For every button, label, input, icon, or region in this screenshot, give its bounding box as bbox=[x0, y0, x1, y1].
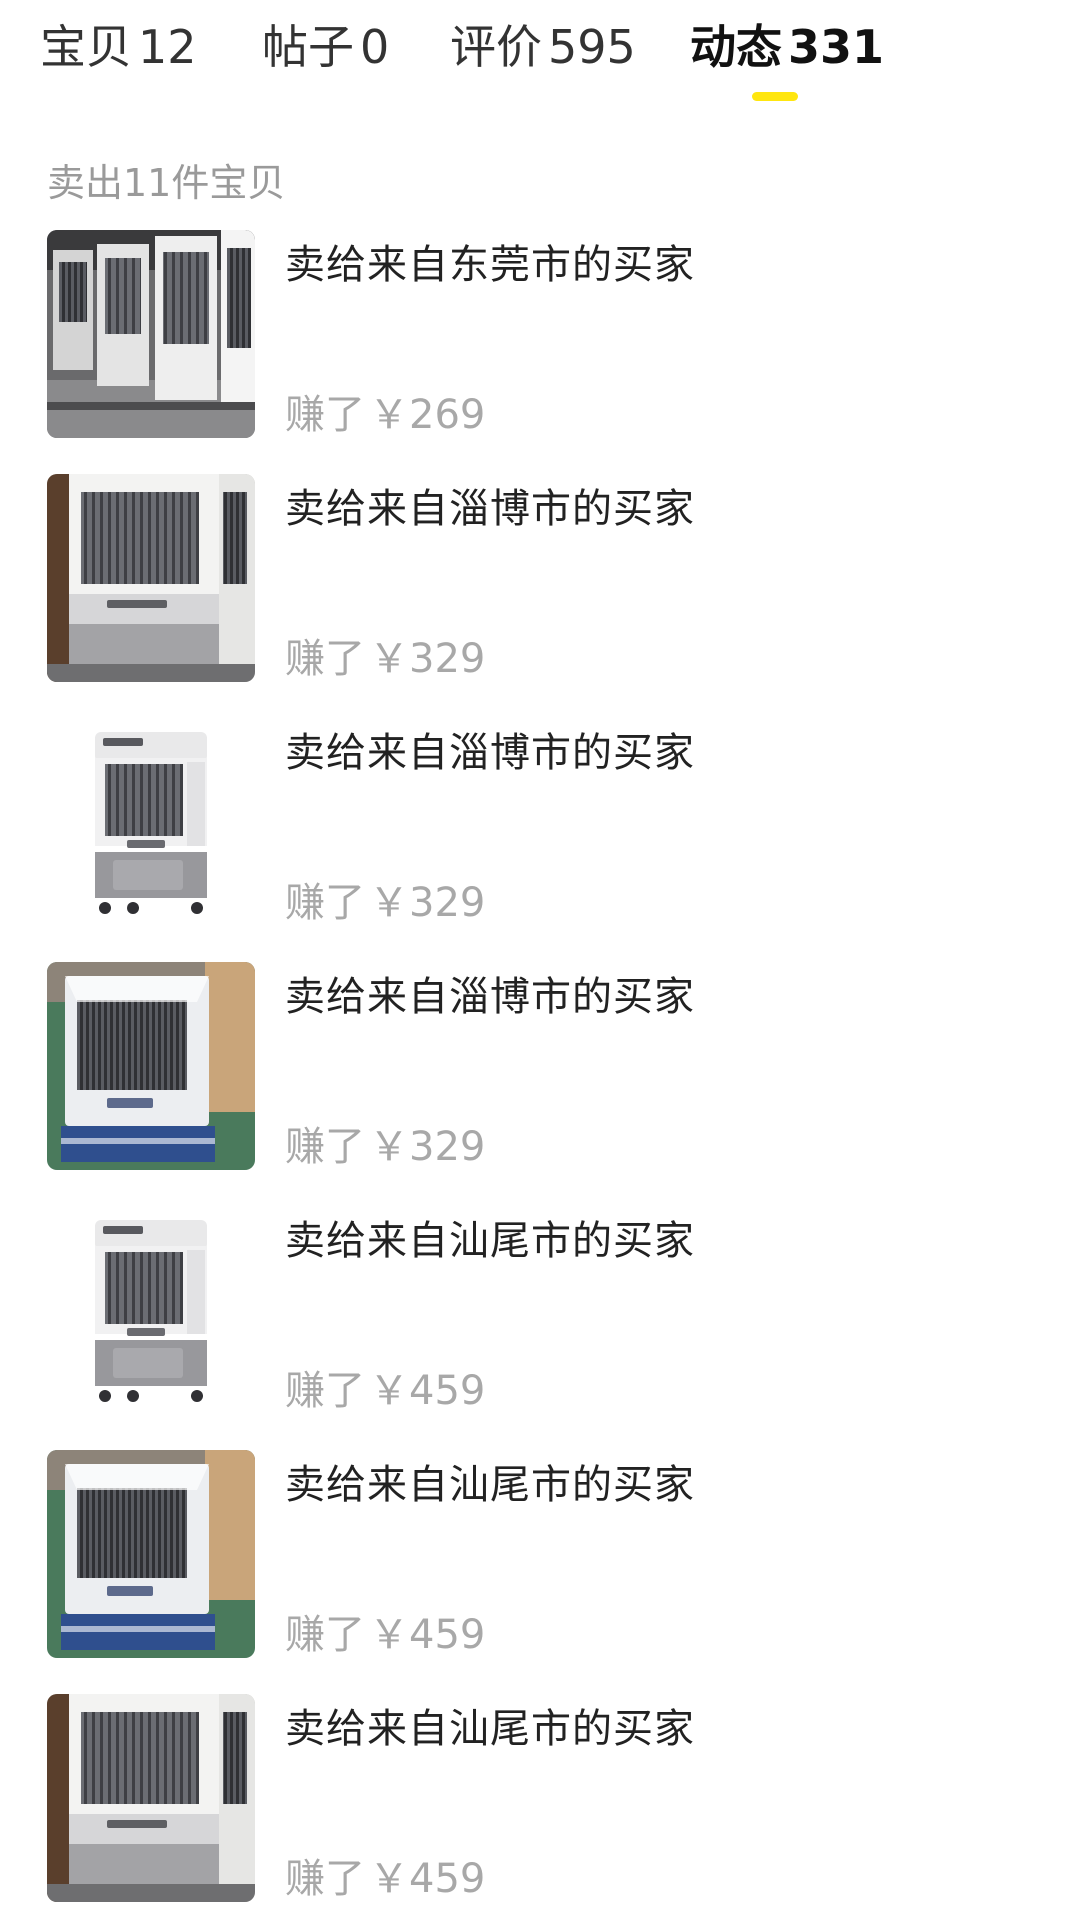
earned-price: ￥269 bbox=[369, 392, 486, 438]
earned-amount: 赚了 ￥459 bbox=[285, 1602, 485, 1660]
tab-activity-label: 动态 bbox=[690, 20, 782, 74]
active-tab-indicator bbox=[752, 92, 798, 101]
earned-price: ￥329 bbox=[369, 636, 486, 682]
sold-count-heading: 卖出11件宝贝 bbox=[47, 161, 286, 205]
product-thumbnail[interactable] bbox=[47, 230, 255, 438]
tab-activity[interactable]: 动态 331 bbox=[690, 12, 884, 82]
product-thumbnail[interactable] bbox=[47, 1694, 255, 1902]
earned-amount: 赚了 ￥459 bbox=[285, 1358, 485, 1416]
earned-label: 赚了 bbox=[285, 636, 365, 682]
earned-label: 赚了 bbox=[285, 1368, 365, 1414]
tab-activity-count: 331 bbox=[788, 20, 885, 74]
buyer-location-title: 卖给来自淄博市的买家 bbox=[285, 974, 695, 1020]
sales-list: 卖给来自东莞市的买家 赚了 ￥269 卖给来自淄博市的买家 赚了 ￥329 卖给来自… bbox=[0, 230, 1080, 1908]
tab-posts[interactable]: 帖子 0 bbox=[262, 12, 389, 82]
buyer-location-title: 卖给来自淄博市的买家 bbox=[285, 486, 695, 532]
tab-items-count: 12 bbox=[138, 20, 197, 74]
tab-reviews[interactable]: 评价 595 bbox=[450, 12, 636, 82]
sale-list-item[interactable]: 卖给来自淄博市的买家 赚了 ￥329 bbox=[0, 718, 1080, 962]
earned-amount: 赚了 ￥269 bbox=[285, 382, 485, 440]
earned-amount: 赚了 ￥329 bbox=[285, 870, 485, 928]
earned-price: ￥459 bbox=[369, 1612, 486, 1658]
product-thumbnail[interactable] bbox=[47, 962, 255, 1170]
buyer-location-title: 卖给来自汕尾市的买家 bbox=[285, 1218, 695, 1264]
sale-list-item[interactable]: 卖给来自淄博市的买家 赚了 ￥329 bbox=[0, 474, 1080, 718]
tab-bar: 宝贝 12 帖子 0 评价 595 动态 331 bbox=[0, 0, 1080, 110]
earned-price: ￥329 bbox=[369, 880, 486, 926]
tab-posts-label: 帖子 bbox=[262, 20, 354, 74]
earned-label: 赚了 bbox=[285, 1856, 365, 1902]
product-thumbnail[interactable] bbox=[47, 718, 255, 926]
product-thumbnail[interactable] bbox=[47, 474, 255, 682]
earned-label: 赚了 bbox=[285, 880, 365, 926]
earned-amount: 赚了 ￥329 bbox=[285, 626, 485, 684]
buyer-location-title: 卖给来自东莞市的买家 bbox=[285, 242, 695, 288]
sale-list-item[interactable]: 卖给来自汕尾市的买家 赚了 ￥459 bbox=[0, 1694, 1080, 1908]
buyer-location-title: 卖给来自淄博市的买家 bbox=[285, 730, 695, 776]
earned-price: ￥459 bbox=[369, 1368, 486, 1414]
tab-posts-count: 0 bbox=[360, 20, 390, 74]
sale-list-item[interactable]: 卖给来自汕尾市的买家 赚了 ￥459 bbox=[0, 1206, 1080, 1450]
product-thumbnail[interactable] bbox=[47, 1206, 255, 1414]
earned-amount: 赚了 ￥329 bbox=[285, 1114, 485, 1172]
buyer-location-title: 卖给来自汕尾市的买家 bbox=[285, 1462, 695, 1508]
product-thumbnail[interactable] bbox=[47, 1450, 255, 1658]
earned-price: ￥459 bbox=[369, 1856, 486, 1902]
tab-items-label: 宝贝 bbox=[40, 20, 132, 74]
earned-label: 赚了 bbox=[285, 1124, 365, 1170]
tab-reviews-count: 595 bbox=[548, 20, 636, 74]
earned-price: ￥329 bbox=[369, 1124, 486, 1170]
tab-reviews-label: 评价 bbox=[450, 20, 542, 74]
buyer-location-title: 卖给来自汕尾市的买家 bbox=[285, 1706, 695, 1752]
sale-list-item[interactable]: 卖给来自汕尾市的买家 赚了 ￥459 bbox=[0, 1450, 1080, 1694]
earned-label: 赚了 bbox=[285, 1612, 365, 1658]
earned-amount: 赚了 ￥459 bbox=[285, 1846, 485, 1904]
sale-list-item[interactable]: 卖给来自淄博市的买家 赚了 ￥329 bbox=[0, 962, 1080, 1206]
tab-items[interactable]: 宝贝 12 bbox=[40, 12, 197, 82]
earned-label: 赚了 bbox=[285, 392, 365, 438]
sale-list-item[interactable]: 卖给来自东莞市的买家 赚了 ￥269 bbox=[0, 230, 1080, 474]
